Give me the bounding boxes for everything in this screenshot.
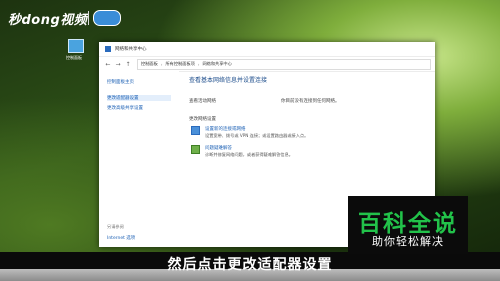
active-network-label: 查看活动网络 bbox=[189, 99, 216, 104]
troubleshoot-icon bbox=[191, 145, 200, 154]
sidebar-item-advanced-sharing[interactable]: 更改高级共享设置 bbox=[107, 105, 171, 111]
breadcrumb-item[interactable]: 所有控制面板项 bbox=[165, 61, 194, 67]
active-network-status: 你目前没有连接到任何网络。 bbox=[281, 99, 340, 104]
troubleshoot-item[interactable]: 问题疑难解答 诊断并修复网络问题，或者获得疑难解答信息。 bbox=[191, 145, 429, 158]
breadcrumb-separator-icon: › bbox=[197, 61, 200, 67]
troubleshoot-link[interactable]: 问题疑难解答 bbox=[205, 145, 293, 151]
breadcrumb-item[interactable]: 控制面板 bbox=[141, 61, 158, 67]
new-connection-icon bbox=[191, 126, 200, 135]
control-panel-icon bbox=[68, 39, 84, 53]
brand-badge-tagline: 助你轻松解决 bbox=[372, 235, 444, 248]
internet-options-link[interactable]: Internet 选项 bbox=[107, 235, 135, 241]
breadcrumb-separator-icon: › bbox=[160, 61, 163, 67]
video-subtitle: 然后点击更改适配器设置 bbox=[167, 257, 333, 273]
desktop-icon-label: 控制面板 bbox=[66, 55, 82, 60]
see-also-label: 另请参阅 bbox=[107, 224, 124, 229]
watermark-divider bbox=[88, 11, 89, 25]
troubleshoot-desc: 诊断并修复网络问题，或者获得疑难解答信息。 bbox=[205, 152, 293, 157]
sidebar-home-link[interactable]: 控制面板主页 bbox=[107, 79, 171, 85]
address-bar: ← → ↑ 控制面板 › 所有控制面板项 › 网络和共享中心 bbox=[99, 57, 435, 72]
back-button[interactable]: ← bbox=[103, 61, 113, 68]
window-titlebar[interactable]: 网络和共享中心 bbox=[99, 42, 435, 57]
setup-connection-desc: 设置宽带、拨号或 VPN 连接；或设置路由器或接入点。 bbox=[205, 133, 309, 138]
change-settings-label: 更改网络设置 bbox=[189, 117, 216, 122]
active-network-row: 查看活动网络 你目前没有连接到任何网络。 bbox=[189, 98, 429, 104]
desktop-icon-control-panel[interactable]: 控制面板 bbox=[66, 39, 86, 61]
up-button[interactable]: ↑ bbox=[123, 61, 133, 68]
sidebar: 控制面板主页 更改适配器设置 更改高级共享设置 另请参阅 Internet 选项 bbox=[99, 71, 179, 247]
window-title: 网络和共享中心 bbox=[115, 47, 147, 52]
page-title: 查看基本网络信息并设置连接 bbox=[189, 77, 268, 84]
setup-connection-item[interactable]: 设置新的连接或网络 设置宽带、拨号或 VPN 连接；或设置路由器或接入点。 bbox=[191, 126, 429, 139]
breadcrumb[interactable]: 控制面板 › 所有控制面板项 › 网络和共享中心 bbox=[137, 58, 431, 70]
watermark-badge-icon bbox=[93, 10, 121, 26]
brand-badge: 百科全说 助你轻松解决 bbox=[348, 196, 468, 254]
breadcrumb-item[interactable]: 网络和共享中心 bbox=[202, 61, 231, 67]
watermark-logo: 秒dong视频 bbox=[8, 13, 88, 28]
network-icon bbox=[105, 46, 111, 52]
sidebar-item-change-adapter[interactable]: 更改适配器设置 bbox=[107, 95, 171, 101]
setup-connection-link[interactable]: 设置新的连接或网络 bbox=[205, 126, 308, 132]
forward-button[interactable]: → bbox=[113, 61, 123, 68]
